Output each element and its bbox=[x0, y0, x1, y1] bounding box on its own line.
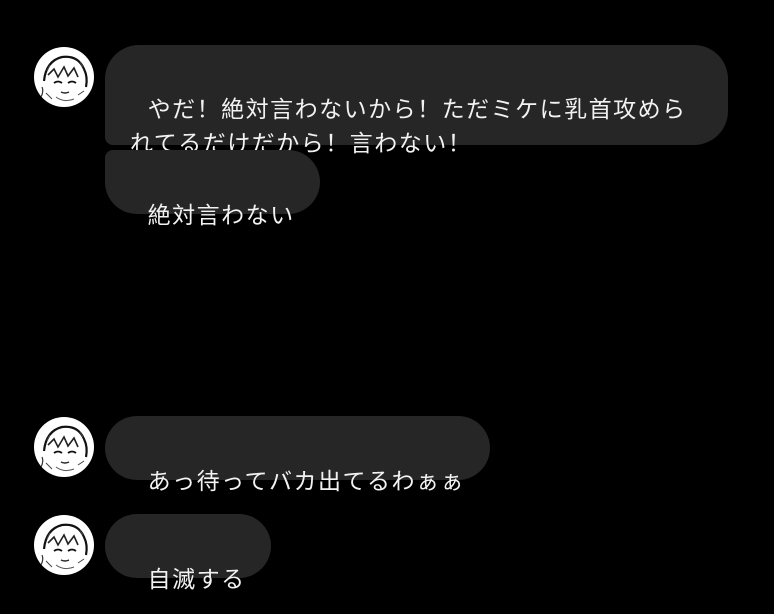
message-bubble[interactable]: 絶対言わない bbox=[105, 150, 320, 229]
message-bubble[interactable]: 自滅する bbox=[105, 514, 271, 593]
message-text: 絶対言わない bbox=[147, 203, 295, 229]
sketch-avatar-icon bbox=[40, 55, 88, 102]
message-bubble[interactable]: やだ！絶対言わないから！ただミケに乳首攻めら れてるだけだから！言わない！ bbox=[105, 45, 728, 157]
message-text: やだ！絶対言わないから！ただミケに乳首攻めら れてるだけだから！言わない！ bbox=[130, 97, 687, 157]
sketch-avatar-icon bbox=[40, 523, 88, 570]
message-text: 自滅する bbox=[147, 567, 246, 593]
message-bubble[interactable]: あっ待ってバカ出てるわぁぁ bbox=[105, 416, 490, 495]
sketch-avatar-icon bbox=[40, 425, 88, 472]
sender-avatar[interactable] bbox=[34, 47, 94, 107]
sender-avatar[interactable] bbox=[34, 515, 94, 575]
message-text: あっ待ってバカ出てるわぁぁ bbox=[147, 469, 465, 495]
sender-avatar[interactable] bbox=[34, 417, 94, 477]
